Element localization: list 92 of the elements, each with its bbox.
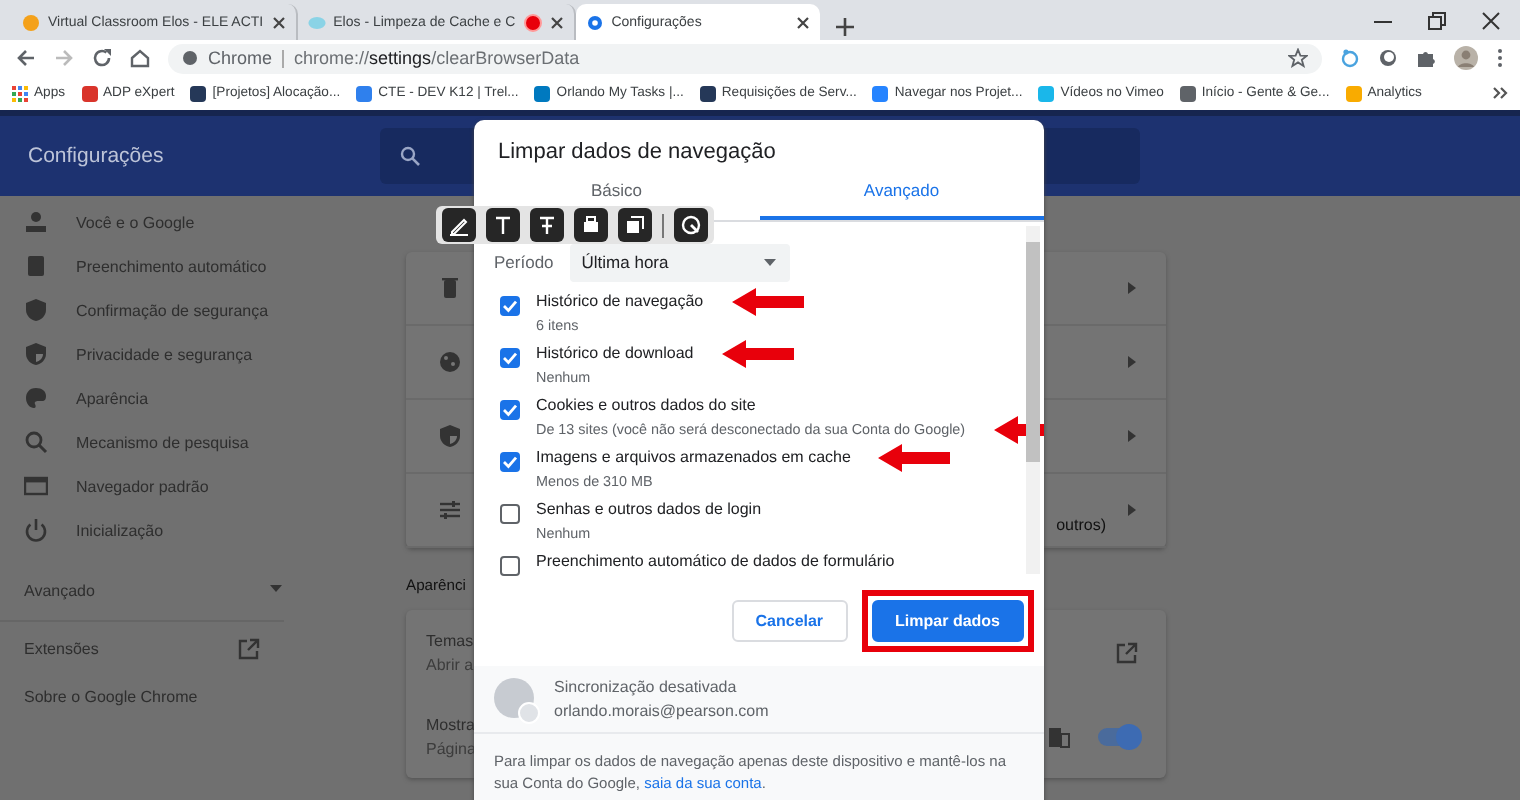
puzzle-icon <box>1416 48 1436 68</box>
dialog-title: Limpar dados de navegação <box>498 140 776 164</box>
trash-icon <box>438 276 462 300</box>
row-detail: Abrir a <box>426 655 476 673</box>
extension-icon <box>1378 48 1398 68</box>
option-label: Histórico de navegação <box>536 292 704 310</box>
row-detail: Página <box>426 739 478 757</box>
chevron-icon <box>1126 280 1138 296</box>
chevron-icon <box>1126 502 1138 518</box>
info-icon <box>182 50 198 66</box>
reload-icon <box>92 48 112 68</box>
restore-icon <box>1428 11 1446 29</box>
checkbox[interactable] <box>500 400 520 420</box>
toggle-switch[interactable] <box>1098 727 1138 745</box>
text-icon <box>492 214 514 236</box>
checkbox[interactable] <box>500 556 520 576</box>
shield-icon <box>24 298 48 322</box>
cancel-button[interactable]: Cancelar <box>731 600 848 643</box>
close-icon <box>271 15 286 29</box>
menu-icon <box>1496 48 1504 68</box>
scheme-label: Chrome <box>208 48 273 68</box>
annotation-arrow <box>878 443 951 471</box>
text-tool[interactable] <box>530 208 564 242</box>
close-icon <box>549 15 564 29</box>
row-title: Mostra <box>426 715 477 733</box>
new-tab-icon <box>835 18 854 36</box>
copy-tool[interactable] <box>618 208 652 242</box>
checkbox[interactable] <box>500 296 520 316</box>
period-label: Período <box>494 252 554 272</box>
scrollbar[interactable] <box>1026 226 1040 575</box>
caret-icon <box>268 580 284 596</box>
highlight-tool[interactable] <box>574 208 608 242</box>
sliders-icon <box>438 498 462 522</box>
marker-icon <box>580 214 602 236</box>
gear-icon <box>585 13 604 31</box>
chevron-icon <box>1126 428 1138 444</box>
external-link-icon <box>238 637 260 659</box>
building-icon <box>1048 725 1070 747</box>
shield-icon <box>24 342 48 366</box>
option-label: Senhas e outros dados de login <box>536 500 762 518</box>
text-tool[interactable] <box>486 208 520 242</box>
option-label: Cookies e outros dados do site <box>536 396 756 414</box>
avatar-icon <box>1454 46 1478 70</box>
annotation-arrow <box>731 287 804 315</box>
row-detail: outros) <box>1056 516 1106 534</box>
checkbox[interactable] <box>500 504 520 524</box>
person-icon <box>24 210 48 234</box>
shield-icon <box>438 424 462 448</box>
external-link-icon <box>1116 641 1138 663</box>
home-icon <box>130 48 150 68</box>
address-bar[interactable]: Chrome chrome://settings/clearBrowserData <box>168 43 1322 73</box>
favicon-icon <box>22 13 40 31</box>
star-icon <box>1288 48 1308 68</box>
back-icon <box>16 48 36 68</box>
search-icon <box>24 430 48 454</box>
account-email: orlando.morais@pearson.com <box>554 701 769 719</box>
url-text: chrome://settings/clearBrowserData <box>294 48 580 68</box>
option-label: Imagens e arquivos armazenados em cache <box>536 448 851 466</box>
search-icon <box>400 146 420 166</box>
pencil-icon <box>448 214 470 236</box>
close-icon <box>795 15 810 29</box>
sync-status: Sincronização desativada <box>554 677 739 695</box>
favicon-icon <box>307 13 326 31</box>
checkbox[interactable] <box>500 348 520 368</box>
period-dropdown[interactable]: Última hora <box>569 243 790 281</box>
eraser-icon <box>680 214 702 236</box>
copy-icon <box>624 214 646 236</box>
annotation-arrow <box>721 339 794 367</box>
caret-icon <box>761 254 778 270</box>
pen-tool[interactable] <box>442 208 476 242</box>
dialog-tab[interactable]: Básico <box>578 176 654 202</box>
palette-icon <box>24 386 48 410</box>
window-icon <box>24 474 48 498</box>
eraser-tool[interactable] <box>674 208 708 242</box>
chevron-icon <box>1126 354 1138 370</box>
close-icon <box>1482 11 1500 29</box>
apps-grid-icon <box>12 85 28 101</box>
dialog-tab[interactable]: Avançado <box>759 176 1044 220</box>
row-title: Temas <box>426 631 476 649</box>
more-bookmarks-icon <box>1492 86 1508 100</box>
forward-icon <box>54 48 74 68</box>
cookie-icon <box>438 350 462 374</box>
checkbox[interactable] <box>500 452 520 472</box>
text-icon <box>536 214 558 236</box>
page-title: Configurações <box>28 144 164 168</box>
extension-icon <box>1340 48 1360 68</box>
avatar <box>494 678 534 718</box>
power-icon <box>24 518 48 542</box>
option-label: Histórico de download <box>536 344 694 362</box>
option-label: Preenchimento automático de dados de formulário <box>536 552 895 570</box>
clipboard-icon <box>24 254 48 278</box>
clear-data-button[interactable]: Limpar dados <box>871 600 1024 643</box>
